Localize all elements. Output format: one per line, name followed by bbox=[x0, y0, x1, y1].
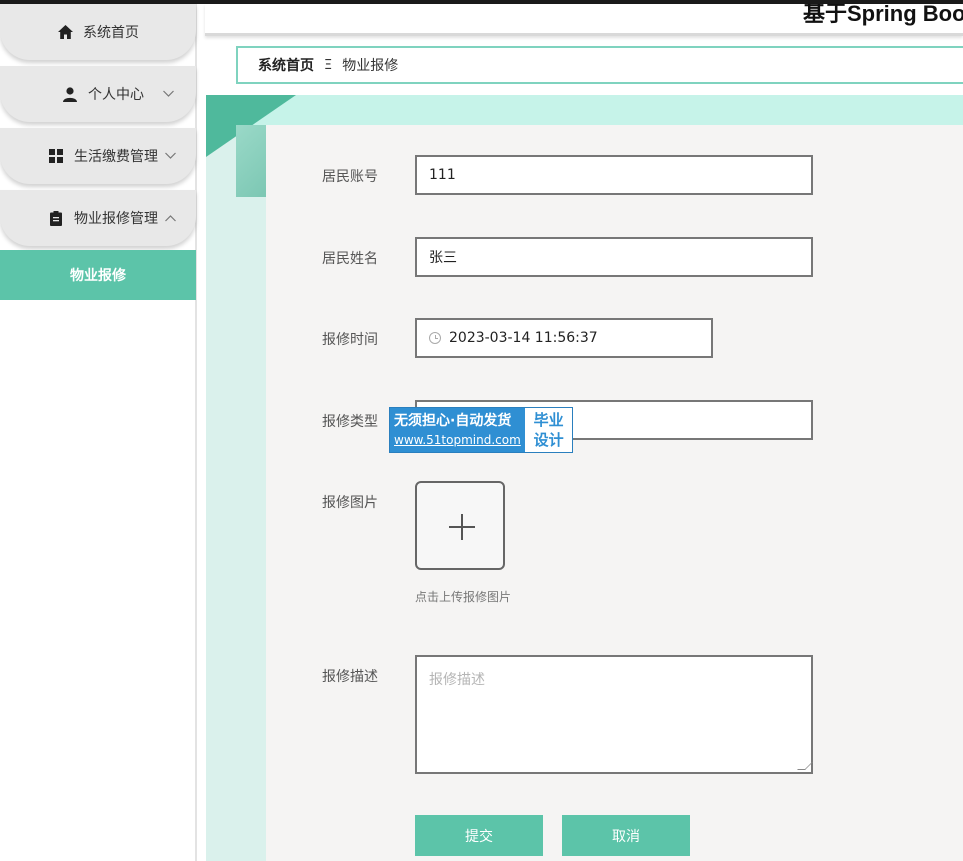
chevron-down-icon bbox=[165, 150, 176, 163]
repair-time-picker[interactable]: 2023-03-14 11:56:37 bbox=[415, 318, 713, 358]
upload-tip: 点击上传报修图片 bbox=[415, 590, 512, 604]
home-icon bbox=[57, 24, 73, 40]
watermark-banner: 无须担心·自动发货 www.51topmind.com 毕业 设计 bbox=[389, 407, 573, 453]
repair-type-label: 报修类型 bbox=[322, 414, 378, 430]
chevron-up-icon bbox=[165, 212, 176, 225]
description-textarea[interactable]: 报修描述 bbox=[415, 655, 813, 774]
repair-time-value: 2023-03-14 11:56:37 bbox=[449, 330, 598, 346]
breadcrumb-separator: Ξ bbox=[324, 57, 333, 73]
clipboard-icon bbox=[48, 210, 64, 226]
top-header: 基于Spring Boot bbox=[205, 4, 963, 36]
image-upload-button[interactable] bbox=[415, 481, 505, 570]
watermark-line1: 无须担心·自动发货 bbox=[394, 413, 512, 429]
name-label: 居民姓名 bbox=[322, 251, 378, 267]
breadcrumb: 系统首页 Ξ 物业报修 bbox=[236, 46, 963, 84]
watermark-url: www.51topmind.com bbox=[394, 433, 521, 447]
decor-stripe bbox=[236, 125, 266, 197]
watermark-badge-bottom: 设计 bbox=[533, 431, 564, 449]
sidebar-item-personal-center[interactable]: 个人中心 bbox=[0, 66, 196, 122]
clock-icon bbox=[429, 332, 441, 344]
account-input[interactable]: 111 bbox=[415, 155, 813, 195]
sidebar-item-repair-management[interactable]: 物业报修管理 bbox=[0, 190, 196, 246]
app-title: 基于Spring Boot bbox=[803, 4, 963, 26]
breadcrumb-current: 物业报修 bbox=[342, 58, 399, 74]
grid-icon bbox=[48, 148, 64, 164]
account-value: 111 bbox=[429, 167, 456, 183]
watermark-text: 无须担心·自动发货 www.51topmind.com bbox=[390, 408, 524, 452]
repair-time-label: 报修时间 bbox=[322, 332, 378, 348]
sidebar-item-label: 系统首页 bbox=[83, 25, 139, 41]
resize-handle[interactable] bbox=[797, 762, 813, 770]
watermark-badge: 毕业 设计 bbox=[524, 408, 572, 452]
submit-button[interactable]: 提交 bbox=[415, 815, 543, 856]
name-input[interactable]: 张三 bbox=[415, 237, 813, 277]
repair-image-label: 报修图片 bbox=[322, 495, 378, 511]
sidebar-item-label: 生活缴费管理 bbox=[74, 149, 158, 165]
sidebar: 系统首页 个人中心 生活缴费管理 物业报修管理 物业报修 bbox=[0, 4, 197, 861]
user-icon bbox=[62, 86, 78, 102]
breadcrumb-home-link[interactable]: 系统首页 bbox=[258, 55, 314, 75]
submit-label: 提交 bbox=[465, 828, 493, 845]
sidebar-item-label: 个人中心 bbox=[88, 87, 144, 103]
name-value: 张三 bbox=[429, 250, 457, 266]
account-label: 居民账号 bbox=[322, 169, 378, 185]
sidebar-item-home[interactable]: 系统首页 bbox=[0, 4, 196, 60]
sidebar-subitem-label: 物业报修 bbox=[70, 268, 126, 284]
watermark-badge-top: 毕业 bbox=[533, 411, 564, 429]
sidebar-subitem-property-repair[interactable]: 物业报修 bbox=[0, 250, 196, 300]
chevron-down-icon bbox=[163, 88, 174, 101]
description-label: 报修描述 bbox=[322, 669, 378, 685]
cancel-label: 取消 bbox=[612, 828, 640, 845]
decor-band bbox=[206, 125, 266, 861]
sidebar-item-payment-management[interactable]: 生活缴费管理 bbox=[0, 128, 196, 184]
cancel-button[interactable]: 取消 bbox=[562, 815, 690, 856]
sidebar-item-label: 物业报修管理 bbox=[74, 211, 158, 227]
description-placeholder: 报修描述 bbox=[429, 672, 485, 688]
